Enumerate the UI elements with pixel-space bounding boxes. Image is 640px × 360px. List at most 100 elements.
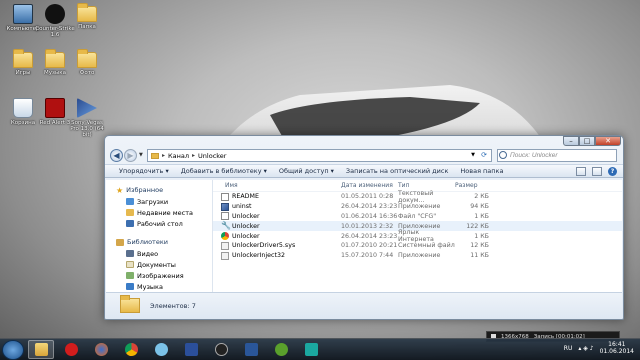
burn-disc-button[interactable]: Записать на оптический диск <box>340 167 454 175</box>
nav-item-pictures[interactable]: Изображения <box>106 270 212 281</box>
nav-item-recent[interactable]: Недавние места <box>106 207 212 218</box>
address-dropdown-icon[interactable]: ▼ <box>471 152 475 158</box>
nav-favorites[interactable]: ★ Избранное <box>106 184 212 196</box>
media-player-icon <box>214 343 228 356</box>
taskbar-utorrent[interactable] <box>268 340 294 359</box>
file-size: 11 КБ <box>470 252 489 260</box>
taskbar-media[interactable] <box>208 340 234 359</box>
config-file-icon <box>221 212 229 221</box>
desktop-icon-photo[interactable]: Фото <box>66 49 108 76</box>
folder-icon <box>45 49 65 68</box>
file-size: 2 КБ <box>474 193 489 201</box>
file-date: 26.04.2014 23:23 <box>341 203 398 211</box>
nav-item-label: Загрузки <box>137 197 169 206</box>
file-type: Файл "CFG" <box>398 212 437 220</box>
nav-item-desktop[interactable]: Рабочий стол <box>106 218 212 229</box>
desktop-icon-vegas[interactable]: Sony Vegas Pro 13.0 (64 bit) <box>66 98 108 138</box>
desktop-icon-label: Корзина <box>10 120 36 126</box>
forward-button[interactable]: ▶ <box>124 149 137 162</box>
file-size: 1 КБ <box>474 232 489 240</box>
file-row[interactable]: UnlockerInject32 15.07.2010 7:44 Приложе… <box>213 251 622 261</box>
column-type[interactable]: Тип <box>398 182 455 189</box>
file-type: Приложение <box>398 203 441 211</box>
add-to-library-button[interactable]: Добавить в библиотеку ▾ <box>175 167 273 175</box>
refresh-icon[interactable]: ⟳ <box>481 151 487 159</box>
documents-icon <box>126 261 134 268</box>
word-icon <box>244 343 258 356</box>
start-button[interactable] <box>2 339 24 360</box>
nav-item-downloads[interactable]: Загрузки <box>106 196 212 207</box>
file-date: 26.04.2014 23:23 <box>341 232 398 240</box>
file-size: 122 КБ <box>466 222 489 230</box>
navigation-pane: ★ Избранное Загрузки Недавние места Рабо… <box>106 180 213 293</box>
star-icon: ★ <box>116 185 124 195</box>
tray-icons[interactable]: ▴ ◈ ♪ <box>578 345 593 352</box>
file-type: Ярлык Интернета <box>398 229 434 244</box>
taskbar-camtasia[interactable] <box>298 340 324 359</box>
taskbar: RU ▴ ◈ ♪ 16:41 01.06.2014 <box>0 338 640 360</box>
minimize-button[interactable]: – <box>563 136 579 146</box>
new-folder-button[interactable]: Новая папка <box>454 167 509 175</box>
nav-item-video[interactable]: Видео <box>106 248 212 259</box>
help-icon[interactable]: ? <box>608 166 617 176</box>
file-type: Текстовый докум... <box>398 189 434 204</box>
application-icon <box>221 202 229 211</box>
clock-date: 01.06.2014 <box>599 348 634 355</box>
recycle-bin-icon <box>13 98 33 118</box>
desktop-icon-folder[interactable]: Папка <box>66 3 108 30</box>
application-icon <box>221 251 229 260</box>
preview-pane-icon[interactable] <box>592 166 602 176</box>
nav-item-documents[interactable]: Документы <box>106 259 212 270</box>
folder-icon <box>151 152 159 159</box>
taskbar-magnifier[interactable] <box>148 340 174 359</box>
back-button[interactable]: ◀ <box>110 149 123 162</box>
file-date: 01.07.2010 20:21 <box>341 242 398 250</box>
nav-item-music[interactable]: Музыка <box>106 281 212 292</box>
column-size[interactable]: Размер <box>455 182 505 189</box>
taskbar-explorer[interactable] <box>28 340 54 359</box>
address-bar[interactable]: ▸ Канал ▸ Unlocker ▼ ⟳ <box>147 149 492 162</box>
file-date: 10.01.2013 2:32 <box>341 222 394 230</box>
file-row[interactable]: UnlockerDriver5.sys 01.07.2010 20:21 Сис… <box>213 241 622 251</box>
desktop-icon-label: Папка <box>78 24 96 30</box>
music-icon <box>126 283 134 290</box>
breadcrumb-separator[interactable]: ▸ <box>192 152 195 159</box>
text-file-icon <box>221 192 229 201</box>
clock[interactable]: 16:41 01.06.2014 <box>600 341 634 355</box>
counter-strike-icon <box>45 4 65 24</box>
column-date[interactable]: Дата изменения <box>341 182 398 189</box>
file-date: 01.05.2011 0:28 <box>341 193 394 201</box>
share-button[interactable]: Общий доступ ▾ <box>273 167 340 175</box>
language-indicator[interactable]: RU <box>564 345 573 352</box>
file-row[interactable]: uninst 26.04.2014 23:23 Приложение 94 КБ <box>213 202 622 212</box>
recent-pages-dropdown[interactable]: ▼ <box>139 152 143 158</box>
search-input[interactable] <box>497 149 617 162</box>
column-name[interactable]: Имя <box>221 182 341 189</box>
file-row[interactable]: README 01.05.2011 0:28 Текстовый докум..… <box>213 189 622 204</box>
title-bar[interactable]: – □ ✕ <box>105 136 623 148</box>
breadcrumb-separator[interactable]: ▸ <box>162 152 165 159</box>
taskbar-opera[interactable] <box>58 340 84 359</box>
system-file-icon <box>221 241 229 250</box>
view-options-icon[interactable] <box>576 166 586 176</box>
close-button[interactable]: ✕ <box>595 136 621 146</box>
file-row[interactable]: Unlocker 26.04.2014 23:23 Ярлык Интернет… <box>213 229 622 244</box>
desktop-icon-label: Игры <box>15 70 31 76</box>
taskbar-chrome[interactable] <box>118 340 144 359</box>
file-type: Приложение <box>398 252 441 260</box>
red-alert-icon <box>45 98 65 118</box>
status-bar: Элементов: 7 <box>106 292 622 318</box>
breadcrumb-channel[interactable]: Канал <box>168 152 189 160</box>
firefox-icon <box>94 343 108 356</box>
maximize-button[interactable]: □ <box>579 136 595 146</box>
taskbar-firefox[interactable] <box>88 340 114 359</box>
nav-libraries[interactable]: Библиотеки <box>106 236 212 248</box>
taskbar-save[interactable] <box>178 340 204 359</box>
organize-button[interactable]: Упорядочить ▾ <box>113 167 175 175</box>
file-row[interactable]: Unlocker 01.06.2014 16:36 Файл "CFG" 1 К… <box>213 212 622 222</box>
folder-icon <box>77 3 97 22</box>
breadcrumb-unlocker[interactable]: Unlocker <box>198 152 226 160</box>
nav-item-label: Видео <box>137 249 159 258</box>
taskbar-word[interactable] <box>238 340 264 359</box>
command-bar: Упорядочить ▾ Добавить в библиотеку ▾ Об… <box>105 164 623 178</box>
